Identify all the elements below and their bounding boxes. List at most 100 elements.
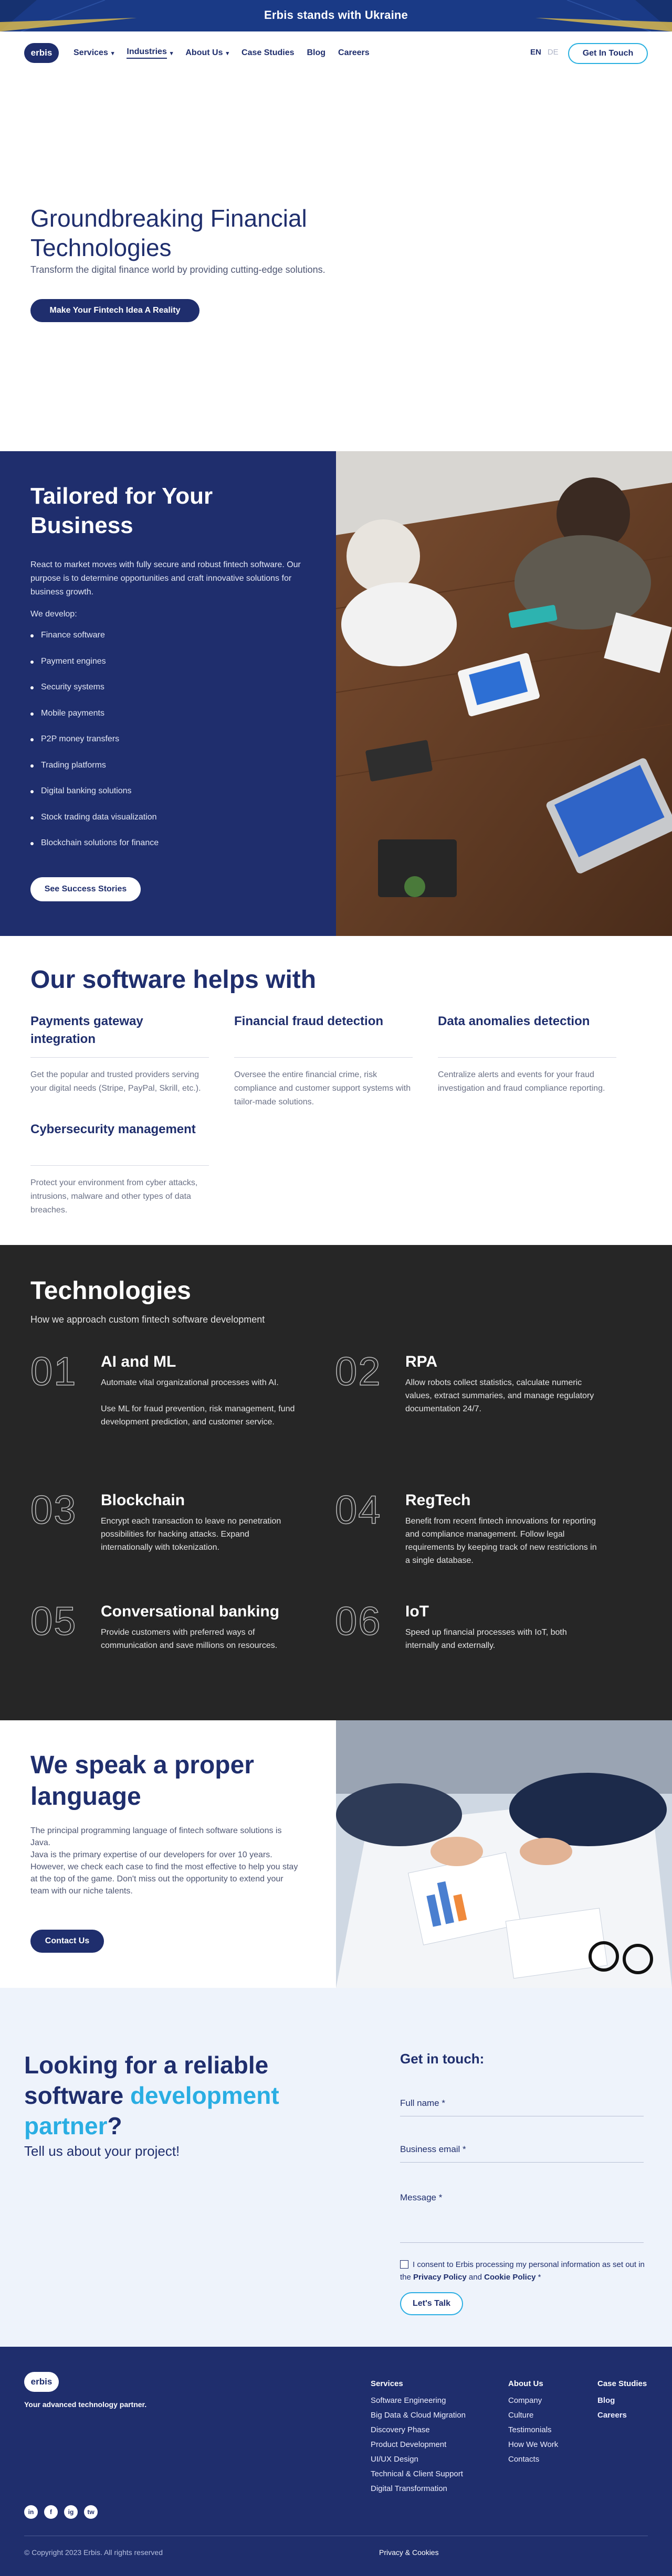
helps-title: Our software helps with [30, 966, 317, 994]
language-text: The principal programming language of fi… [30, 1826, 298, 1896]
lets-talk-button[interactable]: Let's Talk [400, 2292, 463, 2315]
site-header: erbis Services ▾ Industries ▾ About Us ▾ Ca… [0, 31, 672, 74]
privacy-cookies-link[interactable]: Privacy & Cookies [379, 2548, 439, 2557]
consent-and: and [466, 2273, 485, 2282]
tailored-title: Tailored for Your Business [30, 483, 213, 538]
tech-number: 06 [334, 1599, 382, 1644]
nav-blog[interactable]: Blog [307, 47, 326, 59]
tech-title: Blockchain [101, 1492, 185, 1509]
nav-services[interactable]: Services ▾ [74, 47, 114, 59]
nav-case-studies-label: Case Studies [242, 48, 295, 57]
list-item: Security systems [30, 683, 159, 709]
list-item: P2P money transfers [30, 735, 159, 761]
footer-blog-link[interactable]: Blog [597, 2393, 647, 2408]
erbis-logo[interactable]: erbis [24, 43, 59, 63]
nav-industries-label: Industries [127, 47, 167, 59]
business-email-field[interactable]: Business email * [400, 2144, 644, 2163]
tech-text: Encrypt each transaction to leave no pen… [101, 1517, 281, 1552]
footer-link[interactable]: Product Development [371, 2437, 466, 2452]
banner-text: Erbis stands with Ukraine [264, 8, 408, 22]
nav-industries[interactable]: Industries ▾ [127, 47, 173, 59]
nav-careers[interactable]: Careers [338, 47, 370, 59]
message-field[interactable]: Message * [400, 2192, 644, 2243]
tech-text: Allow robots collect statistics, calcula… [405, 1378, 594, 1413]
footer-logo[interactable]: erbis [24, 2372, 59, 2392]
nav-about-us[interactable]: About Us ▾ [185, 47, 229, 59]
facebook-icon[interactable]: f [44, 2505, 58, 2519]
contact-us-button[interactable]: Contact Us [30, 1930, 104, 1953]
tech-card: 02 RPA Allow robots collect statistics, … [334, 1349, 608, 1454]
help-card: Payments gateway integration Get the pop… [30, 1013, 209, 1095]
we-develop-label: We develop: [30, 610, 77, 619]
help-card-text: Get the popular and trusted providers se… [30, 1070, 201, 1093]
tech-card: 06 IoT Speed up financial processes with… [334, 1599, 608, 1693]
footer-link[interactable]: Big Data & Cloud Migration [371, 2408, 466, 2423]
chevron-down-icon: ▾ [226, 50, 229, 57]
language-switcher: EN DE [530, 48, 559, 57]
footer-case-studies-link[interactable]: Case Studies [597, 2379, 647, 2388]
nav-blog-label: Blog [307, 48, 326, 57]
list-item: Mobile payments [30, 709, 159, 735]
get-in-touch-button[interactable]: Get In Touch [568, 43, 648, 64]
team-meeting-photo [336, 451, 672, 936]
tech-card: 03 Blockchain Encrypt each transaction t… [30, 1487, 303, 1582]
footer-careers-link[interactable]: Careers [597, 2408, 647, 2423]
linkedin-icon[interactable]: in [24, 2505, 38, 2519]
hero-subtitle: Transform the digital finance world by p… [30, 264, 326, 275]
help-card: Financial fraud detection Oversee the en… [234, 1013, 413, 1109]
help-card-text: Oversee the entire financial crime, risk… [234, 1070, 411, 1106]
tech-title: RPA [405, 1353, 438, 1370]
form-title: Get in touch: [400, 2051, 485, 2067]
chevron-down-icon: ▾ [111, 50, 114, 57]
twitter-icon[interactable]: tw [84, 2505, 98, 2519]
chevron-down-icon: ▾ [170, 50, 173, 57]
footer-link[interactable]: Technical & Client Support [371, 2467, 466, 2482]
nav-case-studies[interactable]: Case Studies [242, 47, 294, 59]
list-item: Digital banking solutions [30, 786, 159, 813]
footer-link[interactable]: Digital Transformation [371, 2482, 466, 2496]
footer-about-title[interactable]: About Us [508, 2379, 558, 2388]
full-name-field[interactable]: Full name * [400, 2098, 644, 2116]
list-item: Payment engines [30, 657, 159, 683]
consent-checkbox[interactable] [400, 2260, 408, 2269]
tailored-description: React to market moves with fully secure … [30, 560, 301, 597]
nav-about-label: About Us [185, 48, 223, 57]
privacy-policy-link[interactable]: Privacy Policy [413, 2273, 467, 2282]
consent-checkbox-row: I consent to Erbis processing my persona… [400, 2259, 647, 2284]
list-item: Blockchain solutions for finance [30, 838, 159, 865]
footer-link[interactable]: UI/UX Design [371, 2452, 466, 2467]
footer-link[interactable]: Company [508, 2393, 558, 2408]
tech-text: Benefit from recent fintech innovations … [405, 1517, 597, 1565]
business-documents-photo [336, 1720, 672, 1988]
footer-link[interactable]: Discovery Phase [371, 2423, 466, 2437]
footer-link[interactable]: Culture [508, 2408, 558, 2423]
footer-link[interactable]: Testimonials [508, 2423, 558, 2437]
footer-link[interactable]: Contacts [508, 2452, 558, 2467]
footer-link[interactable]: How We Work [508, 2437, 558, 2452]
tech-number: 01 [30, 1349, 77, 1395]
tech-title: AI and ML [101, 1353, 176, 1370]
cookie-policy-link[interactable]: Cookie Policy [484, 2273, 536, 2282]
help-card-title: Financial fraud detection [234, 1013, 413, 1058]
consent-asterisk: * [536, 2273, 541, 2282]
ukraine-banner[interactable]: Erbis stands with Ukraine [0, 0, 672, 31]
tech-text: Automate vital organizational processes … [101, 1378, 295, 1427]
contact-title: Looking for a reliable software developm… [24, 2050, 318, 2141]
hero-title: Groundbreaking Financial Technologies [30, 205, 307, 261]
technologies-section: Technologies How we approach custom fint… [0, 1245, 672, 1720]
lang-de[interactable]: DE [548, 48, 559, 57]
see-success-stories-button[interactable]: See Success Stories [30, 877, 141, 901]
footer-link[interactable]: Software Engineering [371, 2393, 466, 2408]
footer-tagline: Your advanced technology partner. [24, 2400, 147, 2409]
lang-en[interactable]: EN [530, 48, 541, 57]
list-item: Finance software [30, 631, 159, 657]
help-card-text: Protect your environment from cyber atta… [30, 1178, 198, 1215]
instagram-icon[interactable]: ig [64, 2505, 78, 2519]
tech-text: Provide customers with preferred ways of… [101, 1628, 278, 1650]
help-card-title: Data anomalies detection [438, 1013, 616, 1058]
fintech-idea-button[interactable]: Make Your Fintech Idea A Reality [30, 299, 200, 322]
footer-services-title[interactable]: Services [371, 2379, 466, 2388]
technologies-title: Technologies [30, 1277, 191, 1305]
help-card: Cybersecurity management Protect your en… [30, 1121, 209, 1217]
tech-number: 02 [334, 1349, 382, 1395]
